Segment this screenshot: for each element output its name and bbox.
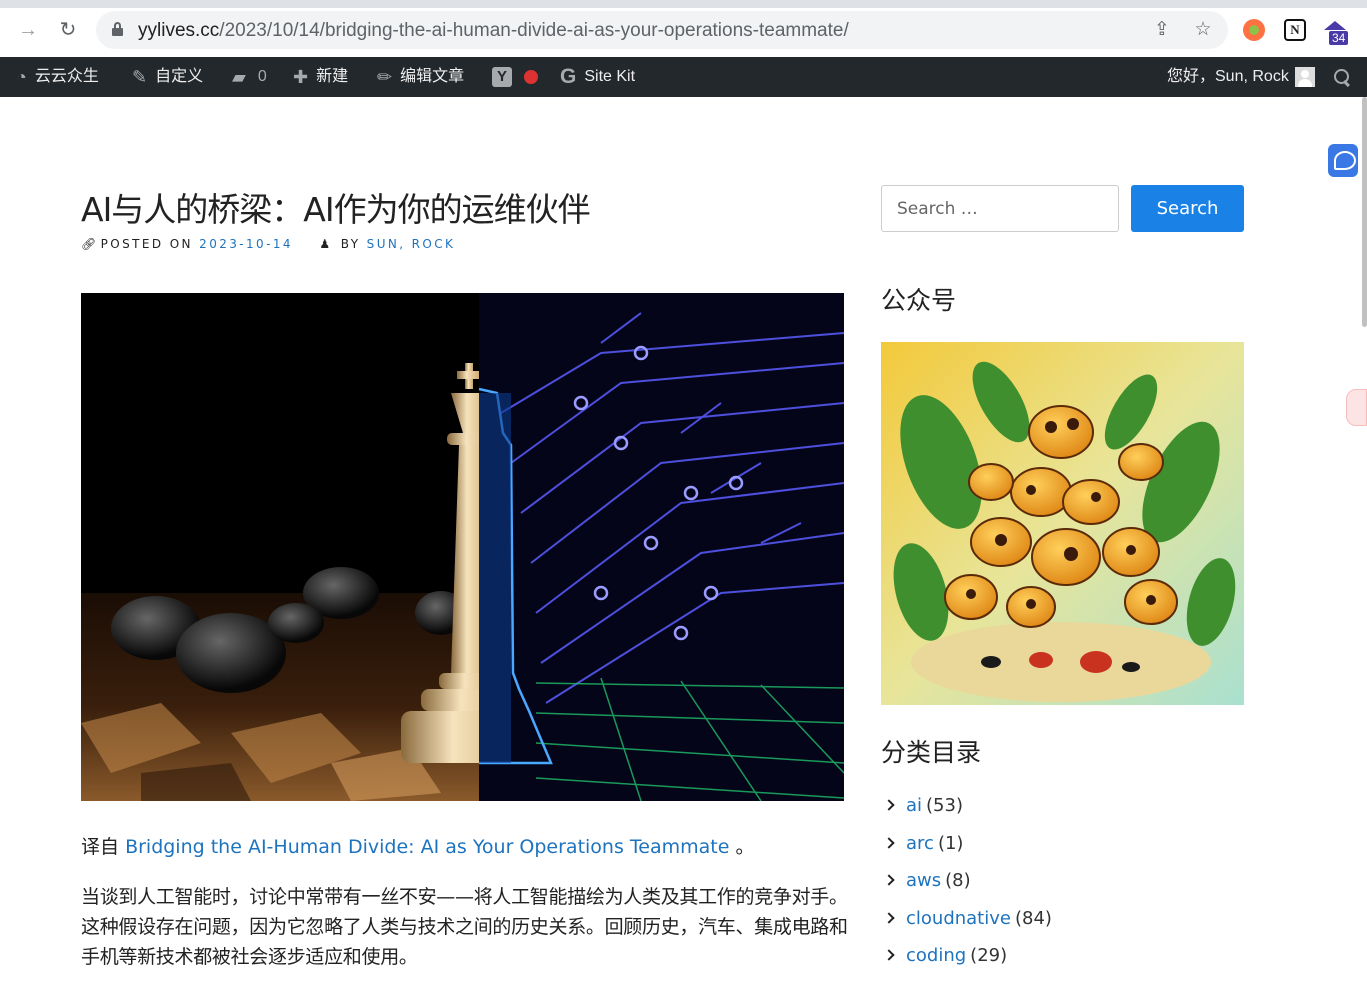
category-link-cloudnative[interactable]: cloudnative — [906, 908, 1011, 929]
categories-widget-title: 分类目录 — [881, 738, 982, 767]
list-item: aws (8) — [883, 870, 1052, 908]
admin-yoast-seo[interactable]: Y — [492, 57, 538, 97]
forward-arrow-icon[interactable]: → — [15, 17, 41, 43]
translate-widget-icon[interactable] — [1328, 144, 1358, 177]
site-name-label: 云云众生 — [34, 68, 99, 85]
bookmark-star-icon[interactable]: ☆ — [1192, 19, 1214, 41]
avatar — [1294, 67, 1315, 87]
lock-icon[interactable] — [112, 22, 123, 36]
chevron-right-icon — [883, 874, 895, 886]
link-icon: 🔗︎ — [81, 237, 99, 251]
site-kit-label: Site Kit — [584, 68, 636, 85]
author-link[interactable]: SUN, ROCK — [367, 237, 456, 251]
brush-icon: ✎ — [132, 67, 148, 87]
extension-badge: 34 — [1329, 31, 1349, 45]
chevron-right-icon — [883, 911, 895, 924]
category-link-coding[interactable]: coding — [906, 945, 966, 966]
list-item: cloudnative (84) — [883, 907, 1052, 946]
admin-edit-post[interactable]: ✏ 编辑文章 — [377, 57, 464, 97]
translated-from-prefix: 译自 — [81, 836, 120, 858]
seo-status-dot-icon — [524, 69, 538, 84]
list-item: ai (53) — [883, 795, 1052, 833]
chevron-right-icon — [883, 949, 895, 961]
browser-toolbar: → ↻ yylives.cc/2023/10/14/bridging-the-a… — [0, 0, 1367, 57]
category-count: (8) — [945, 870, 971, 891]
search-input[interactable] — [881, 185, 1119, 232]
reload-icon[interactable]: ↻ — [55, 17, 81, 43]
post-paragraph: 当谈到人工智能时，讨论中常带有一丝不安——将人工智能描绘为人类及其工作的竞争对手… — [81, 886, 848, 968]
category-link-arc[interactable]: arc — [906, 833, 934, 854]
category-link-ai[interactable]: ai — [906, 795, 922, 816]
notion-extension-icon[interactable]: N — [1284, 19, 1306, 41]
yoast-icon: Y — [492, 66, 512, 87]
category-count: (53) — [926, 795, 963, 816]
admin-site-name[interactable]: ◔ 云云众生 — [16, 57, 99, 97]
translated-from-line: 译自 Bridging the AI-Human Divide: AI as Y… — [81, 832, 851, 862]
search-icon — [1334, 68, 1350, 85]
customize-label: 自定义 — [155, 68, 204, 85]
admin-site-kit[interactable]: G Site Kit — [560, 57, 635, 97]
page-title: AI与人的桥梁：AI作为你的运维伙伴 — [81, 190, 591, 229]
wp-admin-bar: ◔ 云云众生 ✎ 自定义 ▰ 0 ✚ 新建 ✏ 编辑文章 Y G Site Kit 您好，S… — [0, 57, 1367, 97]
category-count: (1) — [937, 832, 964, 854]
page-scrollbar[interactable] — [1362, 97, 1367, 327]
category-count: (84) — [1014, 907, 1052, 929]
new-label: 新建 — [316, 68, 349, 85]
address-bar[interactable]: yylives.cc/2023/10/14/bridging-the-ai-hu… — [96, 11, 1228, 49]
list-item: coding (29) — [883, 945, 1052, 983]
category-list: ai (53) arc (1) aws (8) cloudnative (84) cod… — [883, 795, 1052, 983]
source-article-link[interactable]: Bridging the AI-Human Divide: AI as Your… — [125, 836, 729, 858]
category-link-aws[interactable]: aws — [906, 870, 941, 891]
chevron-right-icon — [883, 836, 895, 849]
admin-my-account[interactable]: 您好，Sun, Rock — [1167, 57, 1315, 97]
edit-post-label: 编辑文章 — [400, 68, 465, 85]
list-item: arc (1) — [883, 832, 1052, 871]
by-label: BY — [340, 237, 361, 251]
extension-circle-icon[interactable] — [1243, 19, 1265, 41]
comment-bubble-icon: ▰ — [232, 67, 246, 87]
posted-on-label: POSTED ON — [100, 237, 193, 251]
translated-from-suffix: 。 — [735, 836, 755, 858]
admin-new-content[interactable]: ✚ 新建 — [293, 57, 348, 97]
url-text[interactable]: yylives.cc/2023/10/14/bridging-the-ai-hu… — [138, 20, 849, 42]
admin-comments[interactable]: ▰ 0 — [232, 57, 267, 97]
search-button[interactable]: Search — [1131, 185, 1244, 232]
admin-search[interactable] — [1334, 57, 1350, 97]
featured-image — [81, 293, 844, 801]
user-icon: ♟ — [319, 237, 333, 251]
howdy-label: 您好，Sun, Rock — [1167, 68, 1289, 85]
url-path: /2023/10/14/bridging-the-ai-human-divide… — [219, 20, 849, 41]
chevron-right-icon — [883, 799, 895, 811]
post-meta: 🔗︎ POSTED ON 2023-10-14 ♟ BY SUN, ROCK — [81, 237, 455, 251]
admin-customize[interactable]: ✎ 自定义 — [132, 57, 203, 97]
dashboard-gauge-icon: ◔ — [16, 67, 27, 87]
google-g-icon: G — [560, 65, 577, 88]
wechat-qr-image — [881, 342, 1244, 705]
side-floating-tab[interactable] — [1346, 389, 1367, 426]
graduation-cap-extension-icon[interactable]: 34 — [1324, 19, 1349, 45]
post-date-link[interactable]: 2023-10-14 — [199, 237, 293, 251]
pencil-icon: ✏ — [377, 67, 393, 87]
wechat-widget-title: 公众号 — [881, 286, 957, 315]
url-host: yylives.cc — [138, 20, 220, 41]
share-icon[interactable]: ⇪ — [1151, 19, 1173, 41]
comments-count: 0 — [257, 68, 267, 85]
category-count: (29) — [970, 945, 1008, 966]
plus-icon: ✚ — [293, 67, 309, 87]
